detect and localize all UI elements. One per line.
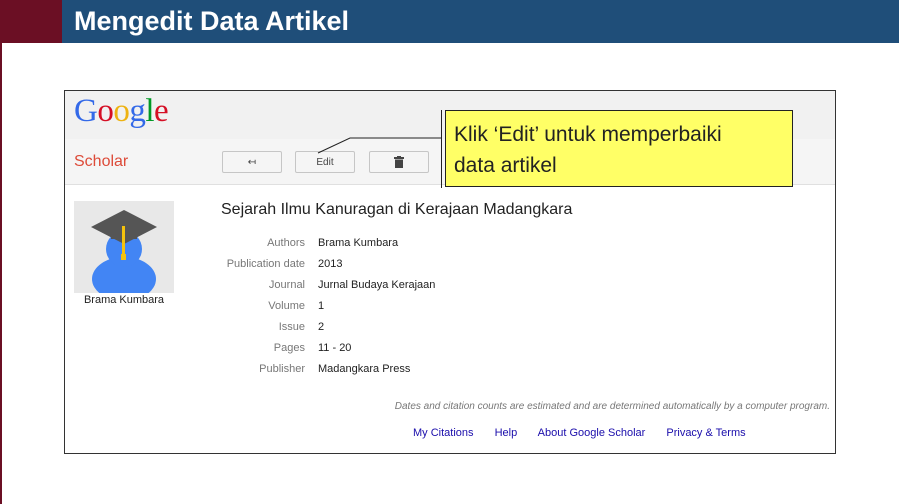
logo-letter: e xyxy=(154,93,169,129)
slide-left-border xyxy=(0,0,2,504)
edit-button-label: Edit xyxy=(316,156,334,168)
field-row-journal: Journal Jurnal Budaya Kerajaan xyxy=(221,279,821,293)
google-logo[interactable]: Google xyxy=(74,93,169,130)
field-row-authors: Authors Brama Kumbara xyxy=(221,237,821,251)
callout-box: Klik ‘Edit’ untuk memperbaiki data artik… xyxy=(445,110,793,187)
footer-link-privacy[interactable]: Privacy & Terms xyxy=(666,427,745,439)
field-label: Issue xyxy=(278,321,305,333)
avatar xyxy=(74,201,174,293)
field-label: Authors xyxy=(267,237,305,249)
logo-letter: o xyxy=(97,93,114,129)
field-value: 2013 xyxy=(318,258,343,270)
logo-letter: g xyxy=(129,93,146,129)
edit-button[interactable]: Edit xyxy=(295,151,355,173)
field-label: Journal xyxy=(268,279,305,291)
disclaimer-note: Dates and citation counts are estimated … xyxy=(394,401,830,412)
slide-title: Mengedit Data Artikel xyxy=(74,6,350,36)
field-value: Madangkara Press xyxy=(318,363,411,375)
field-value: Brama Kumbara xyxy=(318,237,399,249)
field-row-publisher: Publisher Madangkara Press xyxy=(221,363,821,377)
footer-link-help[interactable]: Help xyxy=(495,427,518,439)
profile-name[interactable]: Brama Kumbara xyxy=(74,294,174,306)
field-label: Publisher xyxy=(259,363,305,375)
delete-button[interactable] xyxy=(369,151,429,173)
field-value: 11 - 20 xyxy=(318,342,352,354)
back-button[interactable]: ↤ xyxy=(222,151,282,173)
scholar-label[interactable]: Scholar xyxy=(74,153,128,171)
logo-letter: G xyxy=(74,93,98,129)
title-bar: Mengedit Data Artikel xyxy=(0,0,899,43)
callout-line2: data artikel xyxy=(454,154,557,177)
article-title: Sejarah Ilmu Kanuragan di Kerajaan Madan… xyxy=(221,201,573,218)
graduate-avatar-icon xyxy=(91,210,157,293)
logo-letter: o xyxy=(113,93,130,129)
field-label: Publication date xyxy=(226,258,305,270)
title-accent xyxy=(0,0,62,43)
field-label: Pages xyxy=(273,342,305,354)
field-value: Jurnal Budaya Kerajaan xyxy=(318,279,436,291)
field-value: 1 xyxy=(318,300,325,312)
footer-link-about[interactable]: About Google Scholar xyxy=(538,427,646,439)
logo-letter: l xyxy=(145,93,155,129)
field-row-publication-date: Publication date 2013 xyxy=(221,258,821,272)
callout-divider xyxy=(441,110,442,188)
footer-link-my-citations[interactable]: My Citations xyxy=(413,427,474,439)
back-arrow-icon: ↤ xyxy=(247,156,257,168)
field-value: 2 xyxy=(318,321,325,333)
field-row-volume: Volume 1 xyxy=(221,300,821,314)
footer-links: My Citations Help About Google Scholar P… xyxy=(413,427,764,439)
callout-line1: Klik ‘Edit’ untuk memperbaiki xyxy=(454,123,722,146)
trash-icon xyxy=(394,156,404,168)
field-row-pages: Pages 11 - 20 xyxy=(221,342,821,356)
field-row-issue: Issue 2 xyxy=(221,321,821,335)
field-label: Volume xyxy=(268,300,305,312)
